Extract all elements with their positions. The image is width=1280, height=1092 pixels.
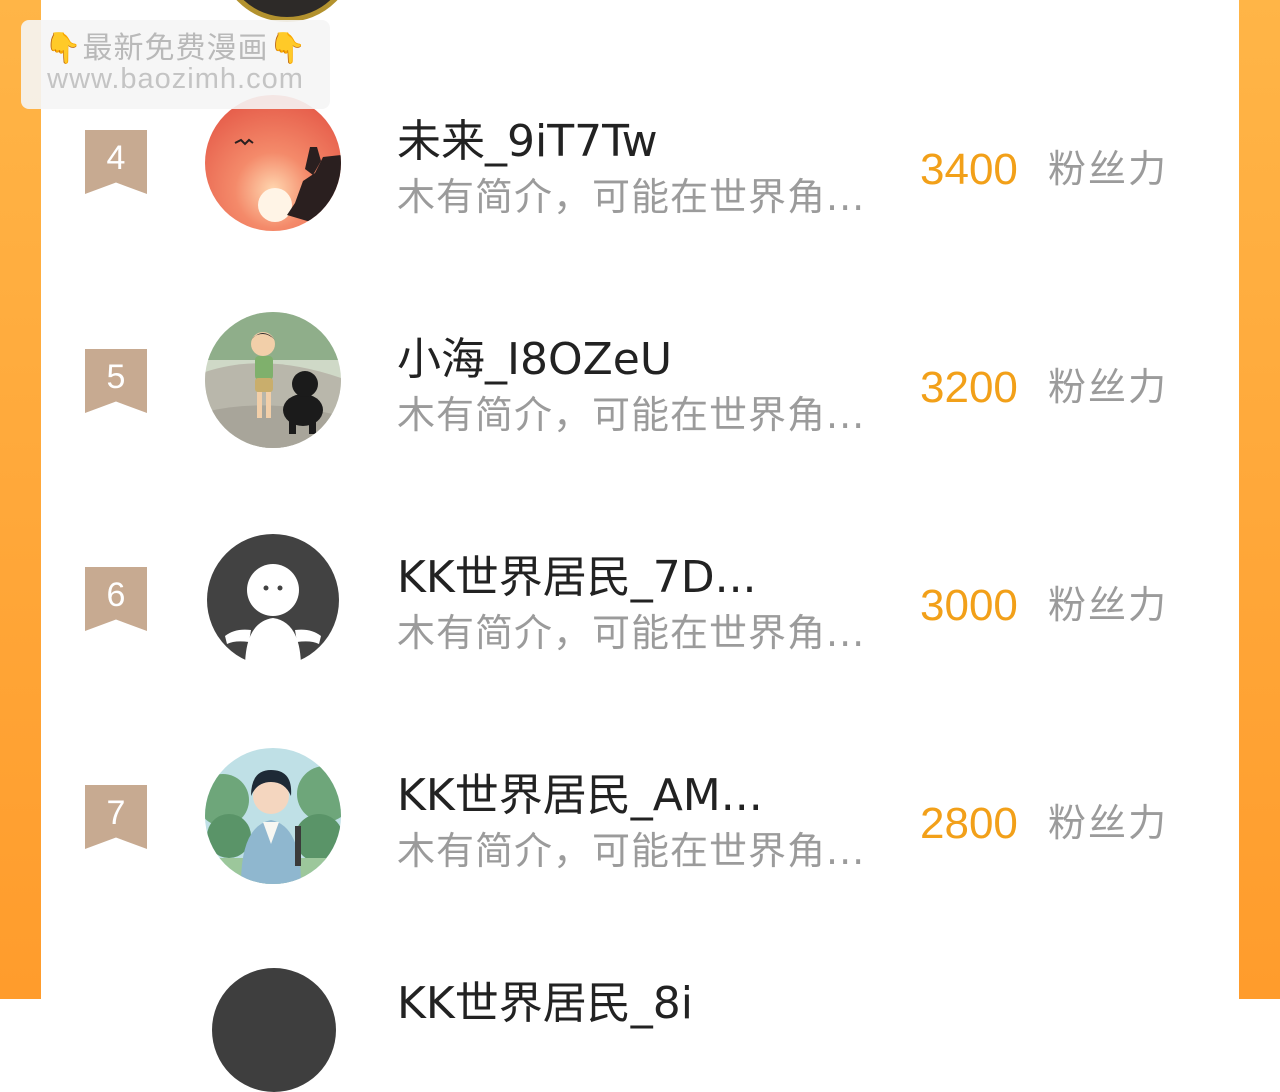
user-intro: 木有简介，可能在世界角... xyxy=(397,175,866,219)
fans-value: 2800 xyxy=(920,799,1018,848)
fans-label: 粉丝力 xyxy=(1048,583,1169,627)
user-name[interactable]: 小海_I8OZeU xyxy=(397,334,672,386)
ranking-row[interactable]: 6 KK世界居民_7D... 木有简介，可能在世界角... 3000 粉丝力 xyxy=(0,524,1280,684)
rank-badge: 5 xyxy=(85,349,147,413)
ranking-row[interactable]: 7 KK世界居民_AM... 木有简介，可能在世界角... 2800 粉丝力 xyxy=(0,742,1280,902)
watermark-title: 👇最新免费漫画👇 xyxy=(44,31,307,66)
default-user-avatar[interactable] xyxy=(205,532,341,668)
pointing-down-icon: 👇 xyxy=(268,31,307,66)
fans-label: 粉丝力 xyxy=(1048,365,1169,409)
next-user-name[interactable]: KK世界居民_8i xyxy=(397,978,693,1030)
fans-label: 粉丝力 xyxy=(1048,147,1169,191)
next-user-avatar[interactable] xyxy=(212,968,336,1092)
user-intro: 木有简介，可能在世界角... xyxy=(397,393,866,437)
watermark: 👇最新免费漫画👇 www.baozimh.com xyxy=(21,20,330,109)
fans-label: 粉丝力 xyxy=(1048,801,1169,845)
user-name[interactable]: 未来_9iT7Tw xyxy=(397,116,658,168)
ranking-row[interactable]: 4 未来_9iT7Tw 木有简介，可能在世界角... 3400 粉丝力 xyxy=(0,88,1280,248)
ranking-row[interactable]: 5 小海_I8OZeU 木有简介，可能在世界角... 3200 粉丝力 xyxy=(0,306,1280,466)
watermark-url: www.baozimh.com xyxy=(47,63,304,95)
user-name[interactable]: KK世界居民_AM... xyxy=(397,770,763,822)
pointing-down-icon: 👇 xyxy=(44,31,83,66)
fans-value: 3200 xyxy=(920,363,1018,412)
user-name[interactable]: KK世界居民_7D... xyxy=(397,552,757,604)
rank-badge: 7 xyxy=(85,785,147,849)
user-intro: 木有简介，可能在世界角... xyxy=(397,829,866,873)
anime-boy-avatar[interactable] xyxy=(205,748,341,884)
rank-badge: 6 xyxy=(85,567,147,631)
rank-badge: 4 xyxy=(85,130,147,194)
fans-value: 3000 xyxy=(920,581,1018,630)
user-intro: 木有简介，可能在世界角... xyxy=(397,611,866,655)
sunset-silhouette-avatar[interactable] xyxy=(205,95,341,231)
fans-value: 3400 xyxy=(920,145,1018,194)
boy-with-dog-avatar[interactable] xyxy=(205,312,341,448)
